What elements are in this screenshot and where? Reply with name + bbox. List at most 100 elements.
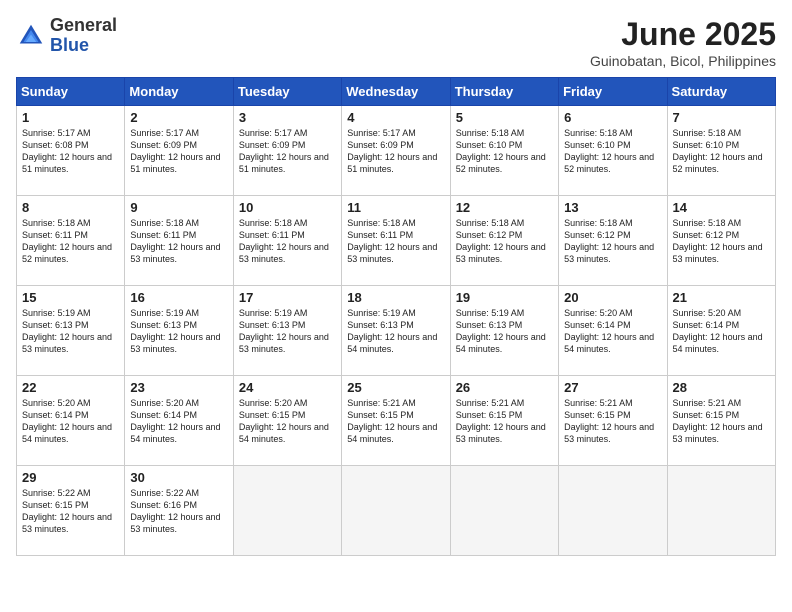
day-info: Sunrise: 5:18 AM Sunset: 6:12 PM Dayligh… — [564, 217, 661, 266]
calendar-cell: 17 Sunrise: 5:19 AM Sunset: 6:13 PM Dayl… — [233, 286, 341, 376]
header-row: SundayMondayTuesdayWednesdayThursdayFrid… — [17, 78, 776, 106]
day-info: Sunrise: 5:18 AM Sunset: 6:10 PM Dayligh… — [564, 127, 661, 176]
title-area: June 2025 Guinobatan, Bicol, Philippines — [590, 16, 776, 69]
day-number: 12 — [456, 200, 553, 215]
day-info: Sunrise: 5:19 AM Sunset: 6:13 PM Dayligh… — [456, 307, 553, 356]
calendar-cell: 5 Sunrise: 5:18 AM Sunset: 6:10 PM Dayli… — [450, 106, 558, 196]
day-number: 5 — [456, 110, 553, 125]
day-info: Sunrise: 5:17 AM Sunset: 6:09 PM Dayligh… — [239, 127, 336, 176]
day-info: Sunrise: 5:21 AM Sunset: 6:15 PM Dayligh… — [564, 397, 661, 446]
day-info: Sunrise: 5:20 AM Sunset: 6:14 PM Dayligh… — [673, 307, 770, 356]
calendar-cell: 11 Sunrise: 5:18 AM Sunset: 6:11 PM Dayl… — [342, 196, 450, 286]
calendar-cell: 25 Sunrise: 5:21 AM Sunset: 6:15 PM Dayl… — [342, 376, 450, 466]
logo-general: General — [50, 16, 117, 36]
day-number: 1 — [22, 110, 119, 125]
day-number: 30 — [130, 470, 227, 485]
calendar-cell: 9 Sunrise: 5:18 AM Sunset: 6:11 PM Dayli… — [125, 196, 233, 286]
calendar-cell — [559, 466, 667, 556]
calendar-cell: 3 Sunrise: 5:17 AM Sunset: 6:09 PM Dayli… — [233, 106, 341, 196]
header-day-wednesday: Wednesday — [342, 78, 450, 106]
calendar-cell: 1 Sunrise: 5:17 AM Sunset: 6:08 PM Dayli… — [17, 106, 125, 196]
calendar-cell — [342, 466, 450, 556]
day-info: Sunrise: 5:21 AM Sunset: 6:15 PM Dayligh… — [456, 397, 553, 446]
calendar-cell: 2 Sunrise: 5:17 AM Sunset: 6:09 PM Dayli… — [125, 106, 233, 196]
calendar-cell: 20 Sunrise: 5:20 AM Sunset: 6:14 PM Dayl… — [559, 286, 667, 376]
day-number: 7 — [673, 110, 770, 125]
calendar-cell: 19 Sunrise: 5:19 AM Sunset: 6:13 PM Dayl… — [450, 286, 558, 376]
calendar-cell: 10 Sunrise: 5:18 AM Sunset: 6:11 PM Dayl… — [233, 196, 341, 286]
day-number: 28 — [673, 380, 770, 395]
calendar-cell: 16 Sunrise: 5:19 AM Sunset: 6:13 PM Dayl… — [125, 286, 233, 376]
header-day-friday: Friday — [559, 78, 667, 106]
day-number: 14 — [673, 200, 770, 215]
day-number: 13 — [564, 200, 661, 215]
calendar-cell — [233, 466, 341, 556]
day-number: 4 — [347, 110, 444, 125]
day-info: Sunrise: 5:19 AM Sunset: 6:13 PM Dayligh… — [347, 307, 444, 356]
logo-text: General Blue — [50, 16, 117, 56]
calendar-cell: 27 Sunrise: 5:21 AM Sunset: 6:15 PM Dayl… — [559, 376, 667, 466]
calendar-cell: 13 Sunrise: 5:18 AM Sunset: 6:12 PM Dayl… — [559, 196, 667, 286]
calendar-cell: 7 Sunrise: 5:18 AM Sunset: 6:10 PM Dayli… — [667, 106, 775, 196]
day-info: Sunrise: 5:20 AM Sunset: 6:14 PM Dayligh… — [130, 397, 227, 446]
calendar-cell: 23 Sunrise: 5:20 AM Sunset: 6:14 PM Dayl… — [125, 376, 233, 466]
calendar-cell: 30 Sunrise: 5:22 AM Sunset: 6:16 PM Dayl… — [125, 466, 233, 556]
calendar-week-row: 22 Sunrise: 5:20 AM Sunset: 6:14 PM Dayl… — [17, 376, 776, 466]
calendar-week-row: 29 Sunrise: 5:22 AM Sunset: 6:15 PM Dayl… — [17, 466, 776, 556]
day-info: Sunrise: 5:17 AM Sunset: 6:09 PM Dayligh… — [130, 127, 227, 176]
day-number: 17 — [239, 290, 336, 305]
day-info: Sunrise: 5:18 AM Sunset: 6:12 PM Dayligh… — [673, 217, 770, 266]
day-number: 22 — [22, 380, 119, 395]
day-info: Sunrise: 5:22 AM Sunset: 6:15 PM Dayligh… — [22, 487, 119, 536]
day-number: 18 — [347, 290, 444, 305]
calendar-cell: 15 Sunrise: 5:19 AM Sunset: 6:13 PM Dayl… — [17, 286, 125, 376]
calendar-cell: 8 Sunrise: 5:18 AM Sunset: 6:11 PM Dayli… — [17, 196, 125, 286]
calendar-cell: 21 Sunrise: 5:20 AM Sunset: 6:14 PM Dayl… — [667, 286, 775, 376]
day-number: 6 — [564, 110, 661, 125]
day-info: Sunrise: 5:20 AM Sunset: 6:15 PM Dayligh… — [239, 397, 336, 446]
day-number: 19 — [456, 290, 553, 305]
calendar-cell: 22 Sunrise: 5:20 AM Sunset: 6:14 PM Dayl… — [17, 376, 125, 466]
calendar-title: June 2025 — [590, 16, 776, 53]
day-number: 24 — [239, 380, 336, 395]
day-number: 26 — [456, 380, 553, 395]
day-info: Sunrise: 5:18 AM Sunset: 6:11 PM Dayligh… — [347, 217, 444, 266]
calendar-table: SundayMondayTuesdayWednesdayThursdayFrid… — [16, 77, 776, 556]
header: General Blue June 2025 Guinobatan, Bicol… — [16, 16, 776, 69]
day-info: Sunrise: 5:22 AM Sunset: 6:16 PM Dayligh… — [130, 487, 227, 536]
calendar-week-row: 8 Sunrise: 5:18 AM Sunset: 6:11 PM Dayli… — [17, 196, 776, 286]
day-number: 21 — [673, 290, 770, 305]
day-info: Sunrise: 5:19 AM Sunset: 6:13 PM Dayligh… — [239, 307, 336, 356]
calendar-cell — [667, 466, 775, 556]
calendar-cell: 14 Sunrise: 5:18 AM Sunset: 6:12 PM Dayl… — [667, 196, 775, 286]
day-number: 10 — [239, 200, 336, 215]
header-day-monday: Monday — [125, 78, 233, 106]
day-number: 9 — [130, 200, 227, 215]
day-number: 16 — [130, 290, 227, 305]
day-number: 3 — [239, 110, 336, 125]
day-info: Sunrise: 5:18 AM Sunset: 6:10 PM Dayligh… — [456, 127, 553, 176]
calendar-cell: 6 Sunrise: 5:18 AM Sunset: 6:10 PM Dayli… — [559, 106, 667, 196]
day-number: 15 — [22, 290, 119, 305]
day-info: Sunrise: 5:21 AM Sunset: 6:15 PM Dayligh… — [347, 397, 444, 446]
calendar-subtitle: Guinobatan, Bicol, Philippines — [590, 53, 776, 69]
calendar-cell: 18 Sunrise: 5:19 AM Sunset: 6:13 PM Dayl… — [342, 286, 450, 376]
calendar-cell: 29 Sunrise: 5:22 AM Sunset: 6:15 PM Dayl… — [17, 466, 125, 556]
day-info: Sunrise: 5:18 AM Sunset: 6:12 PM Dayligh… — [456, 217, 553, 266]
header-day-thursday: Thursday — [450, 78, 558, 106]
day-info: Sunrise: 5:17 AM Sunset: 6:09 PM Dayligh… — [347, 127, 444, 176]
logo: General Blue — [16, 16, 117, 56]
day-info: Sunrise: 5:18 AM Sunset: 6:11 PM Dayligh… — [239, 217, 336, 266]
day-number: 29 — [22, 470, 119, 485]
day-number: 8 — [22, 200, 119, 215]
calendar-cell: 28 Sunrise: 5:21 AM Sunset: 6:15 PM Dayl… — [667, 376, 775, 466]
calendar-cell: 12 Sunrise: 5:18 AM Sunset: 6:12 PM Dayl… — [450, 196, 558, 286]
calendar-week-row: 15 Sunrise: 5:19 AM Sunset: 6:13 PM Dayl… — [17, 286, 776, 376]
day-info: Sunrise: 5:20 AM Sunset: 6:14 PM Dayligh… — [564, 307, 661, 356]
day-number: 23 — [130, 380, 227, 395]
calendar-cell — [450, 466, 558, 556]
day-info: Sunrise: 5:18 AM Sunset: 6:11 PM Dayligh… — [22, 217, 119, 266]
day-info: Sunrise: 5:21 AM Sunset: 6:15 PM Dayligh… — [673, 397, 770, 446]
day-info: Sunrise: 5:20 AM Sunset: 6:14 PM Dayligh… — [22, 397, 119, 446]
header-day-sunday: Sunday — [17, 78, 125, 106]
